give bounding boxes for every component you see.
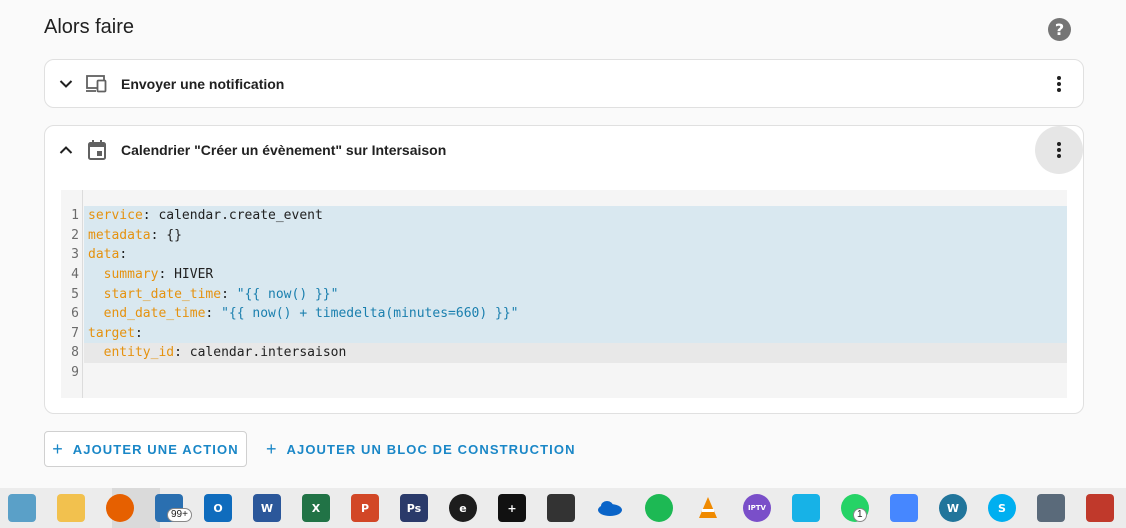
video-editor-icon[interactable] [547, 494, 575, 522]
photoshop-icon[interactable]: Ps [400, 494, 428, 522]
line-content: summary: HIVER [84, 267, 214, 283]
file-explorer-icon[interactable] [57, 494, 85, 522]
windows-taskbar: 99+ O W X P Ps e + IPTV 1 W S [0, 488, 1126, 528]
code-line[interactable]: 1 service: calendar.create_event [71, 206, 1067, 226]
skype-icon[interactable]: S [988, 494, 1016, 522]
notification-badge: 99+ [167, 508, 192, 522]
yaml-separator: : [119, 247, 128, 263]
devices-icon [85, 72, 109, 96]
code-line[interactable]: 9 [71, 363, 1067, 383]
more-options-icon[interactable] [1035, 126, 1083, 174]
yaml-separator: : [158, 267, 175, 283]
calendar-icon [85, 138, 109, 162]
extra-app-icon[interactable] [1086, 494, 1114, 522]
code-line[interactable]: 2 metadata: {} [71, 225, 1067, 246]
notification-badge: 1 [853, 508, 867, 522]
line-content: data: [84, 247, 127, 262]
chevron-down-icon[interactable] [57, 75, 75, 93]
code-line[interactable]: 6 end_date_time: "{{ now() + timedelta(m… [71, 303, 1067, 324]
yaml-key: target [88, 325, 135, 341]
word-icon[interactable]: W [253, 494, 281, 522]
yaml-separator: : [174, 345, 190, 361]
line-content: metadata: {} [84, 228, 182, 243]
line-number: 6 [71, 306, 79, 322]
code-line[interactable]: 3 data: [71, 245, 1067, 265]
action-card-calendar[interactable]: Calendrier "Créer un évènement" sur Inte… [44, 125, 1084, 414]
code-line[interactable]: 4 summary: HIVER [71, 264, 1067, 285]
add-building-block-button[interactable]: + AJOUTER UN BLOC DE CONSTRUCTION [262, 431, 580, 467]
yaml-separator: : [142, 208, 159, 224]
more-options-icon[interactable] [1035, 60, 1083, 108]
yaml-key: entity_id [103, 345, 175, 361]
calculator-icon[interactable] [1037, 494, 1065, 522]
iptv-icon[interactable]: IPTV [743, 494, 771, 522]
line-number: 4 [71, 267, 79, 283]
action-title: Envoyer une notification [121, 76, 285, 92]
tablet-app-icon[interactable] [8, 494, 36, 522]
wordpress-icon[interactable]: W [939, 494, 967, 522]
firefox-icon[interactable] [106, 494, 134, 522]
section-title: Alors faire [44, 16, 135, 38]
help-icon[interactable]: ? [1048, 18, 1071, 41]
line-number: 2 [71, 227, 79, 243]
plus-icon: + [52, 439, 63, 459]
yaml-value: "{{ now() }}" [236, 286, 339, 302]
yaml-separator: : [221, 286, 237, 302]
yaml-value: calendar.create_event [158, 208, 323, 224]
kodi-icon[interactable] [792, 494, 820, 522]
line-number: 1 [71, 208, 79, 224]
line-number: 7 [71, 325, 79, 341]
nordvpn-icon[interactable] [890, 494, 918, 522]
onedrive-icon[interactable] [596, 494, 624, 522]
yaml-value: {} [166, 227, 182, 243]
add-action-label: AJOUTER UNE ACTION [72, 441, 239, 457]
code-line[interactable]: 5 start_date_time: "{{ now() }}" [71, 284, 1067, 304]
yaml-key: summary [103, 267, 159, 283]
yaml-value: HIVER [174, 267, 214, 283]
plus-app-icon[interactable]: + [498, 494, 526, 522]
code-line[interactable]: 7 target: [71, 323, 1067, 344]
code-line[interactable]: 8 entity_id: calendar.intersaison [71, 343, 1067, 363]
line-number: 5 [71, 286, 79, 302]
yaml-key: start_date_time [103, 286, 222, 302]
line-content: service: calendar.create_event [84, 208, 323, 223]
chevron-up-icon[interactable] [57, 141, 75, 159]
spotify-icon[interactable] [645, 494, 673, 522]
code-lines[interactable]: 1 service: calendar.create_event 2 metadata… [71, 206, 1067, 383]
yaml-key: metadata [88, 227, 151, 243]
plus-icon: + [266, 439, 277, 459]
line-number: 8 [71, 345, 79, 361]
add-building-block-label: AJOUTER UN BLOC DE CONSTRUCTION [286, 441, 576, 457]
yaml-separator: : [134, 325, 143, 341]
line-number: 3 [71, 247, 79, 263]
excel-icon[interactable]: X [302, 494, 330, 522]
line-content: target: [84, 326, 143, 341]
line-content: entity_id: calendar.intersaison [84, 345, 347, 361]
action-card-notification[interactable]: Envoyer une notification [44, 59, 1084, 108]
powerpoint-icon[interactable]: P [351, 494, 379, 522]
e-app-icon[interactable]: e [449, 494, 477, 522]
yaml-key: data [88, 247, 120, 263]
yaml-value: "{{ now() + timedelta(minutes=660) }}" [221, 306, 519, 322]
outlook-icon[interactable]: O [204, 494, 232, 522]
line-content: start_date_time: "{{ now() }}" [84, 286, 339, 302]
yaml-value: calendar.intersaison [189, 345, 347, 361]
yaml-key: end_date_time [103, 306, 206, 322]
yaml-key: service [88, 208, 143, 224]
action-title: Calendrier "Créer un évènement" sur Inte… [121, 142, 447, 158]
line-content: end_date_time: "{{ now() + timedelta(min… [84, 306, 519, 322]
line-number: 9 [71, 365, 79, 381]
add-action-button[interactable]: + AJOUTER UNE ACTION [44, 431, 247, 467]
yaml-code-editor[interactable]: 1 service: calendar.create_event 2 metadata… [61, 190, 1067, 398]
yaml-separator: : [150, 227, 167, 243]
yaml-separator: : [205, 306, 222, 322]
vlc-icon[interactable] [694, 494, 722, 522]
